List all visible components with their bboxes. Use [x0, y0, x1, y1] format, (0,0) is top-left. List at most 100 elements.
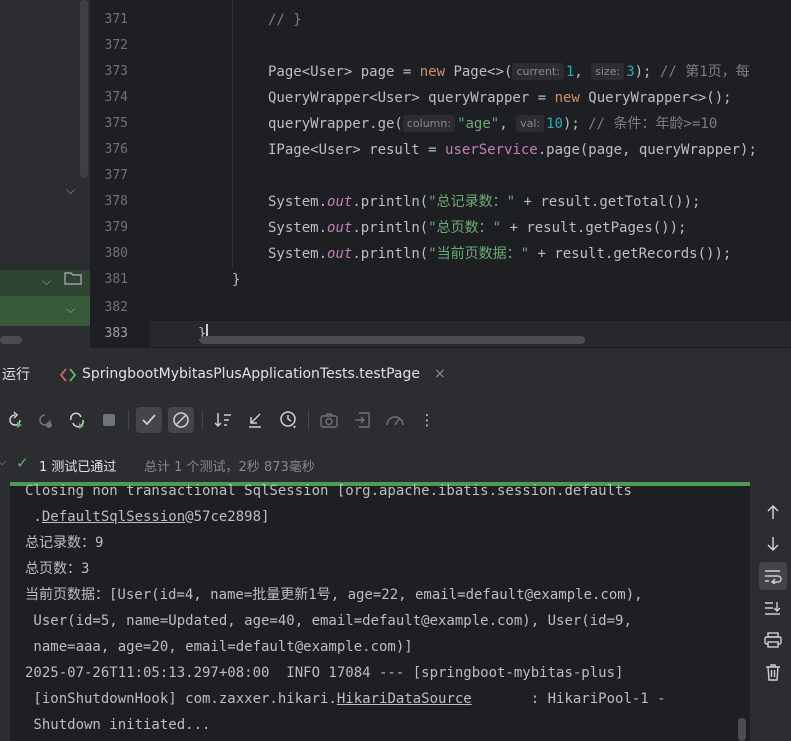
code-token: );: [634, 64, 660, 80]
console-line: 2025-07-26T11:05:13.297+08:00 INFO 17084…: [25, 665, 624, 681]
arrow-down-icon[interactable]: [759, 530, 787, 558]
chevron-down-icon[interactable]: ⌵: [0, 455, 6, 469]
more-icon[interactable]: ⋮: [414, 407, 440, 433]
parameter-hint: current:: [512, 63, 564, 80]
console-side-toolbar: [755, 498, 791, 688]
console-line: User(id=5, name=Updated, age=40, email=d…: [25, 613, 632, 629]
parameter-hint: size:: [591, 63, 625, 80]
code-line[interactable]: }: [232, 267, 240, 293]
code-line[interactable]: Page<User> page = new Page<>(current: 1, …: [268, 59, 750, 85]
code-token: System.: [268, 246, 328, 262]
console-text: .: [25, 509, 42, 525]
console-line: name=aaa, age=20, email=default@example.…: [25, 639, 413, 655]
parameter-hint: column:: [402, 115, 456, 132]
code-token: Page<User> page =: [268, 64, 420, 80]
print-icon[interactable]: [759, 626, 787, 654]
close-icon[interactable]: ×: [434, 366, 446, 382]
code-token: QueryWrapper<>();: [579, 90, 732, 106]
line-number: 371: [104, 12, 128, 27]
test-config-icon: [59, 367, 77, 382]
keyword-token: new: [419, 64, 446, 80]
console-text: : HikariPool-1 -: [471, 691, 666, 707]
console-line: 总页数：3: [25, 561, 90, 577]
code-token: .page(page, queryWrapper);: [537, 142, 757, 158]
check-icon[interactable]: [136, 407, 162, 433]
comment-token: // 第1页，每: [659, 64, 750, 80]
code-token: .println(: [352, 220, 429, 236]
trash-icon[interactable]: [759, 658, 787, 686]
code-editor[interactable]: ⌵ ⌵ ⌵ 371 372 373 374 375 376 377 378 37…: [0, 0, 791, 348]
line-number: 374: [104, 90, 128, 105]
code-line[interactable]: QueryWrapper<User> queryWrapper = new Qu…: [268, 85, 732, 111]
line-number: 382: [104, 300, 128, 315]
line-number: 375: [104, 116, 128, 131]
line-number: 373: [104, 64, 128, 79]
code-token: );: [562, 116, 589, 132]
code-token: .println(: [352, 194, 429, 210]
static-field-token: out: [327, 246, 353, 262]
code-line[interactable]: queryWrapper.ge(column: "age", val: 10); /…: [268, 111, 717, 137]
line-number: 381: [104, 272, 128, 287]
import-icon[interactable]: [350, 407, 376, 433]
field-token: userService: [445, 142, 538, 158]
class-link[interactable]: DefaultSqlSession: [42, 509, 185, 525]
coverage-icon[interactable]: [382, 407, 408, 433]
tree-scrollbar[interactable]: [80, 0, 88, 178]
code-line[interactable]: // }: [268, 7, 302, 33]
soft-wrap-icon[interactable]: [759, 562, 787, 590]
code-token: ,: [574, 64, 592, 80]
code-line[interactable]: IPage<User> result = userService.page(pa…: [268, 137, 757, 163]
auto-test-icon[interactable]: [64, 407, 90, 433]
line-number: 379: [104, 220, 128, 235]
code-line[interactable]: System.out.println("当前页数据：" + result.get…: [268, 241, 731, 267]
tree-horizontal-scrollbar[interactable]: [0, 336, 22, 344]
code-line[interactable]: System.out.println("总页数：" + result.getPa…: [268, 215, 686, 241]
toolbar-separator: [128, 410, 129, 430]
test-status-row: ⌵ ✓ 1 测试已通过 总计 1 个测试，2秒 873毫秒: [0, 448, 791, 482]
console-output[interactable]: Closing non transactional SqlSession [or…: [10, 482, 750, 741]
tree-selected-row-highlight[interactable]: [0, 296, 90, 326]
sort-icon[interactable]: [210, 407, 236, 433]
check-icon: ✓: [16, 454, 29, 472]
number-token: 10: [546, 116, 563, 132]
string-token: "当前页数据：": [428, 246, 530, 262]
ignored-icon[interactable]: [168, 407, 194, 433]
arrow-up-icon[interactable]: [759, 498, 787, 526]
chevron-down-icon[interactable]: ⌵: [66, 302, 75, 316]
code-token: System.: [268, 194, 328, 210]
run-config-tab[interactable]: SpringbootMybitasPlusApplicationTests.te…: [59, 356, 446, 392]
line-number: 376: [104, 142, 128, 157]
number-token: 3: [626, 64, 635, 80]
tests-passed-label: 1 测试已通过: [39, 460, 117, 475]
static-field-token: out: [327, 220, 353, 236]
string-token: "age": [457, 116, 500, 132]
console-scrollbar[interactable]: [738, 718, 746, 741]
scroll-to-end-icon[interactable]: [759, 594, 787, 622]
folder-icon: [64, 270, 82, 289]
code-token: ,: [499, 116, 517, 132]
toolbar-separator: [308, 410, 309, 430]
class-link[interactable]: HikariDataSource: [337, 691, 472, 707]
static-field-token: out: [327, 194, 353, 210]
code-token: QueryWrapper<User> queryWrapper =: [268, 90, 555, 106]
run-toolbar: ⋮: [0, 404, 791, 436]
code-token: queryWrapper.ge(: [268, 116, 403, 132]
history-icon[interactable]: [276, 407, 302, 433]
console-line: Shutdown initiated...: [25, 717, 211, 733]
line-number-gutter: 371 372 373 374 375 376 377 378 379 380 …: [90, 0, 150, 348]
collapse-icon[interactable]: [242, 407, 268, 433]
chevron-down-icon[interactable]: ⌵: [42, 274, 51, 288]
stop-icon[interactable]: [96, 407, 122, 433]
chevron-down-icon[interactable]: ⌵: [66, 183, 75, 197]
code-token: Page<>(: [445, 64, 513, 80]
run-tool-window: 运行 SpringbootMybitasPlusApplicationTests…: [0, 348, 791, 741]
editor-horizontal-scrollbar[interactable]: [200, 336, 585, 344]
code-line[interactable]: System.out.println("总记录数：" + result.getT…: [268, 189, 700, 215]
camera-icon[interactable]: [316, 407, 342, 433]
rerun-failed-icon[interactable]: [32, 407, 58, 433]
line-number: 380: [104, 246, 128, 261]
rerun-icon[interactable]: [2, 407, 28, 433]
code-token: IPage<User> result =: [268, 142, 446, 158]
console-text: [ionShutdownHook] com.zaxxer.hikari.: [25, 691, 337, 707]
code-token: + result.getTotal());: [515, 194, 701, 210]
